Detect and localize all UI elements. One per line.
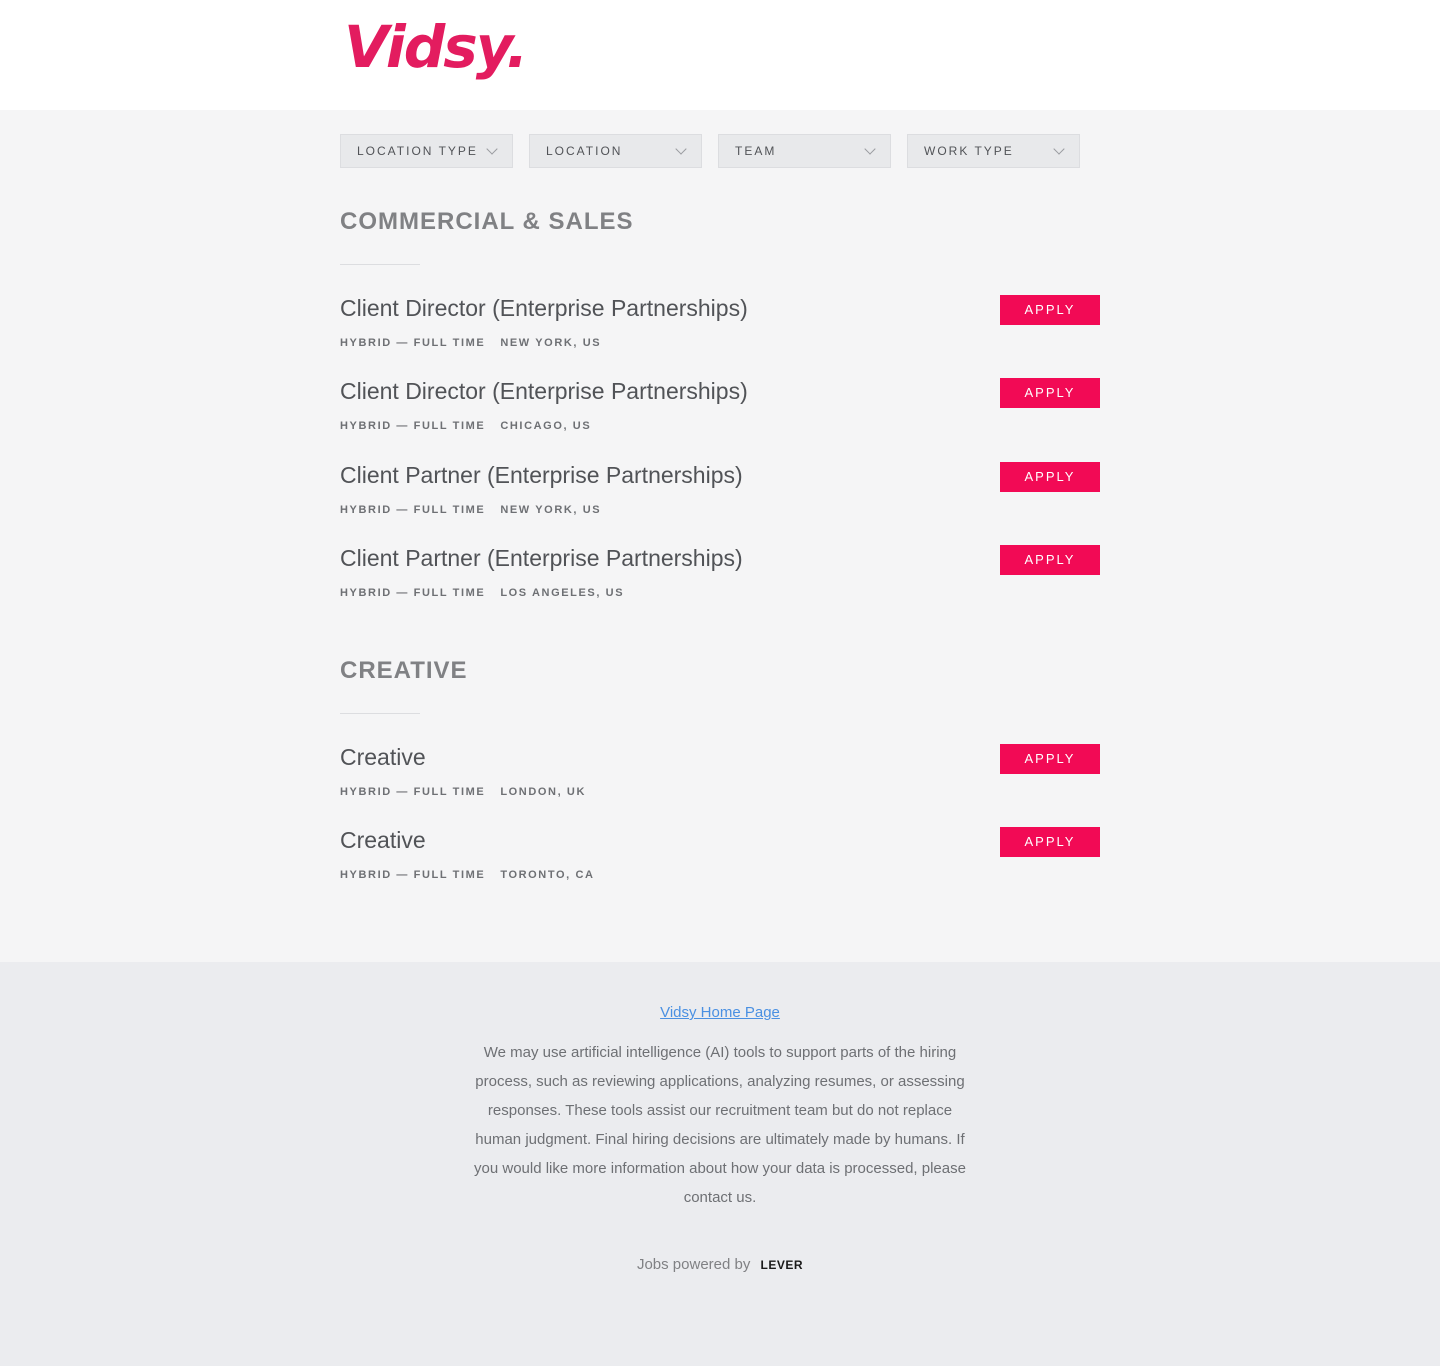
job-posting: Creative HYBRID — FULL TIME LONDON, UK A… [340,744,1100,814]
posting-location: CHICAGO, US [500,420,592,432]
posting-location: LOS ANGELES, US [500,587,625,599]
chevron-down-icon [486,143,498,155]
posting-commitment: HYBRID — FULL TIME [340,420,486,432]
posting-meta: HYBRID — FULL TIME NEW YORK, US [340,504,601,516]
posting-meta: HYBRID — FULL TIME TORONTO, CA [340,869,595,881]
apply-button[interactable]: APPLY [1000,295,1100,325]
ai-notice: We may use artificial intelligence (AI) … [474,1044,966,1206]
filter-label: WORK TYPE [924,144,1014,158]
posting-title[interactable]: Client Director (Enterprise Partnerships… [340,295,748,322]
posting-location: NEW YORK, US [500,337,602,349]
job-posting: Client Director (Enterprise Partnerships… [340,378,1100,448]
apply-button[interactable]: APPLY [1000,378,1100,408]
posting-commitment: HYBRID — FULL TIME [340,337,486,349]
filter-label: LOCATION TYPE [357,144,478,158]
lever-logo[interactable]: LEVER [761,1258,804,1272]
filter-bar: LOCATION TYPE LOCATION TEAM WORK TYPE [340,134,1080,168]
home-page-link[interactable]: Vidsy Home Page [0,1004,1440,1021]
posting-meta: HYBRID — FULL TIME NEW YORK, US [340,337,601,349]
apply-button[interactable]: APPLY [1000,462,1100,492]
filter-work-type[interactable]: WORK TYPE [907,134,1080,168]
job-posting: Client Director (Enterprise Partnerships… [340,295,1100,365]
filter-label: LOCATION [546,144,623,158]
powered-by-text: Jobs powered by [636,1256,751,1273]
filter-location-type[interactable]: LOCATION TYPE [340,134,513,168]
filter-label: TEAM [735,144,777,158]
job-posting: Client Partner (Enterprise Partnerships)… [340,545,1100,615]
apply-button[interactable]: APPLY [1000,744,1100,774]
apply-button[interactable]: APPLY [1000,827,1100,857]
chevron-down-icon [864,143,876,155]
posting-commitment: HYBRID — FULL TIME [340,504,486,516]
posting-meta: HYBRID — FULL TIME CHICAGO, US [340,420,591,432]
posting-commitment: HYBRID — FULL TIME [340,587,486,599]
page-header: Vidsy. [0,0,1440,110]
posting-commitment: HYBRID — FULL TIME [340,786,486,798]
posting-title[interactable]: Creative [340,744,426,771]
vidsy-logo[interactable]: Vidsy. [344,18,528,76]
filter-location[interactable]: LOCATION [529,134,702,168]
posting-location: TORONTO, CA [500,869,595,881]
section-divider [340,264,420,265]
posting-location: LONDON, UK [500,786,586,798]
chevron-down-icon [1053,143,1065,155]
chevron-down-icon [675,143,687,155]
posting-meta: HYBRID — FULL TIME LONDON, UK [340,786,586,798]
posting-title[interactable]: Creative [340,827,426,854]
posting-meta: HYBRID — FULL TIME LOS ANGELES, US [340,587,624,599]
job-posting: Client Partner (Enterprise Partnerships)… [340,462,1100,532]
section-divider [340,713,420,714]
job-listings: LOCATION TYPE LOCATION TEAM WORK TYPE CO… [0,110,1440,962]
job-posting: Creative HYBRID — FULL TIME TORONTO, CA … [340,827,1100,897]
page-footer: Vidsy Home Page We may use artificial in… [0,962,1440,1366]
posting-commitment: HYBRID — FULL TIME [340,869,486,881]
posting-location: NEW YORK, US [500,504,602,516]
section-title-creative: CREATIVE [340,657,468,684]
powered-by: Jobs powered by LEVER [0,1256,1440,1273]
posting-title[interactable]: Client Partner (Enterprise Partnerships) [340,545,743,572]
posting-title[interactable]: Client Partner (Enterprise Partnerships) [340,462,743,489]
filter-team[interactable]: TEAM [718,134,891,168]
section-title-commercial: COMMERCIAL & SALES [340,208,634,235]
apply-button[interactable]: APPLY [1000,545,1100,575]
posting-title[interactable]: Client Director (Enterprise Partnerships… [340,378,748,405]
